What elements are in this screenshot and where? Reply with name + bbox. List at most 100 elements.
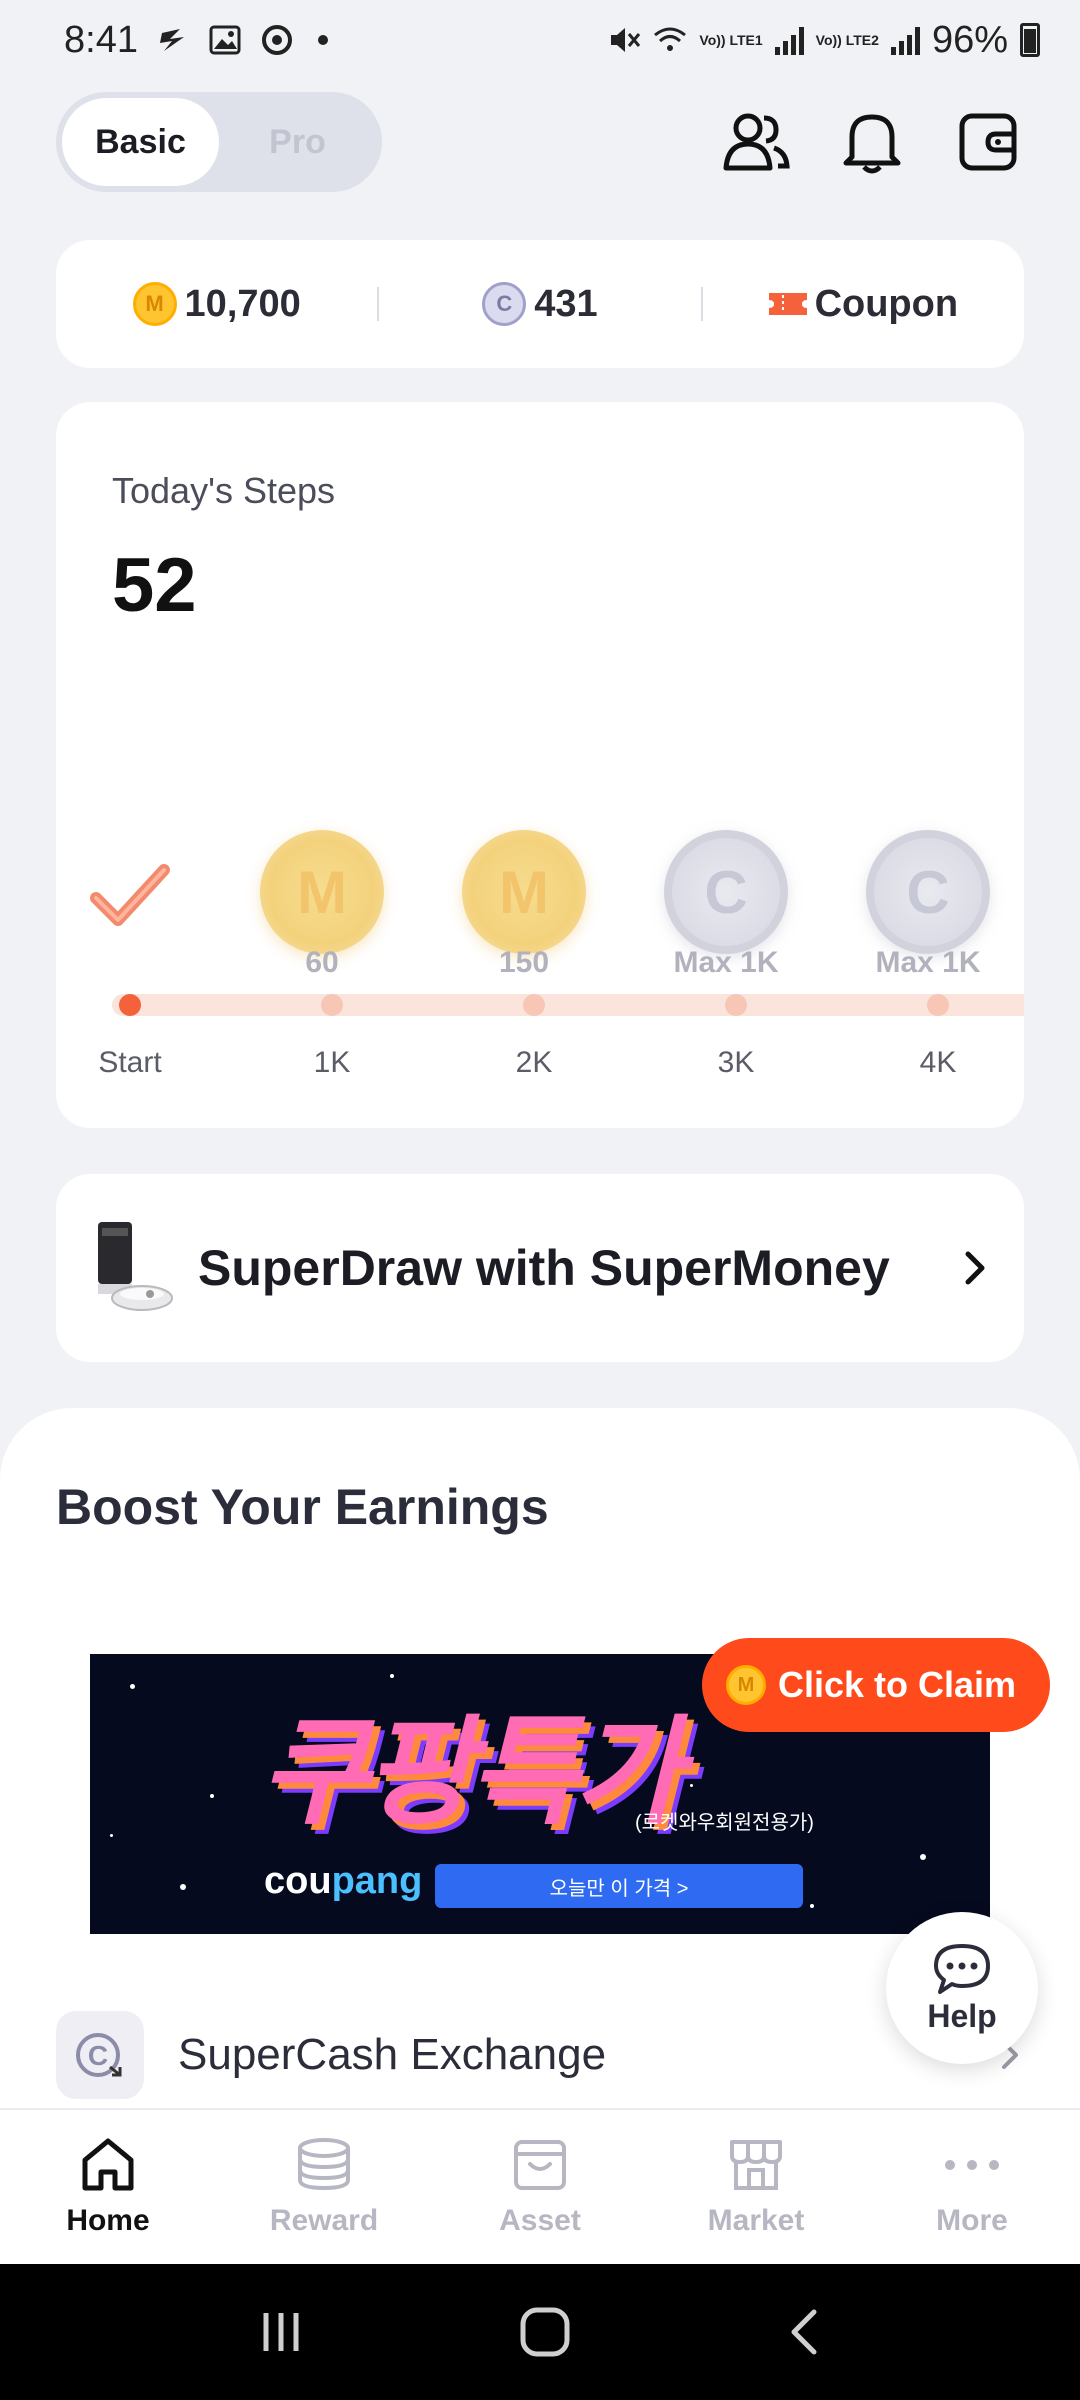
supermoney-balance[interactable]: M 10,700 — [56, 282, 377, 326]
milestone-4k[interactable]: C Max 1K — [848, 830, 1008, 980]
header: Basic Pro — [56, 92, 1024, 192]
nav-label: Market — [707, 2204, 805, 2237]
nav-home[interactable]: Home — [0, 2110, 216, 2264]
sim2-indicator: Vo)) LTE2 — [815, 32, 879, 48]
battery-icon — [1020, 23, 1040, 57]
plan-toggle: Basic Pro — [56, 92, 382, 192]
wallet-icon — [959, 113, 1017, 171]
coupon-label: Coupon — [814, 282, 959, 325]
supercash-value: 431 — [534, 282, 598, 325]
wifi-icon — [654, 27, 687, 51]
supercash-exchange-row[interactable]: C SuperCash Exchange — [56, 2010, 1024, 2100]
battery-percent: 96% — [931, 18, 1008, 61]
start-check-icon — [90, 864, 170, 926]
progress-dot — [725, 994, 747, 1016]
milestone-reward: Max 1K — [673, 946, 779, 979]
tick-label: 2K — [515, 1046, 553, 1079]
coins-stack-icon — [298, 2138, 350, 2191]
steps-progress-track — [112, 994, 1024, 1016]
nav-label: More — [936, 2204, 1008, 2237]
help-button[interactable]: Help — [886, 1912, 1038, 2064]
tick-start: Start — [98, 1046, 162, 1079]
svg-text:C: C — [88, 2040, 108, 2071]
exchange-icon: C — [56, 2011, 144, 2099]
steps-card: Today's Steps 52 M 60 M 150 C Max 1K C M… — [56, 402, 1024, 1128]
system-navigation-bar — [0, 2264, 1080, 2400]
coupang-logo: coupang — [264, 1860, 423, 1902]
boost-title: Boost Your Earnings — [56, 1479, 549, 1535]
balance-card: M 10,700 C 431 Coupon — [56, 240, 1024, 368]
banner-headline: 쿠팡특가 — [260, 1707, 682, 1839]
chrome-notification-icon — [261, 25, 292, 55]
supercash-coin-icon: C — [482, 282, 527, 326]
supermoney-coin-icon: M — [462, 830, 586, 954]
click-to-claim-button[interactable]: M Click to Claim — [702, 1638, 1051, 1732]
mute-icon — [611, 28, 641, 52]
exchange-label: SuperCash Exchange — [178, 2030, 607, 2079]
banner-cta[interactable]: 오늘만 이 가격 > — [435, 1864, 803, 1908]
milestone-reward: 150 — [498, 946, 550, 979]
more-notifications-dot — [317, 35, 328, 45]
back-icon[interactable] — [784, 2304, 824, 2360]
superdraw-label: SuperDraw with SuperMoney — [198, 1240, 890, 1296]
ticket-icon — [768, 293, 807, 315]
nav-asset[interactable]: Asset — [432, 2110, 648, 2264]
chevron-right-icon — [965, 1251, 985, 1285]
supermoney-coin-icon: M — [260, 830, 384, 954]
help-label: Help — [927, 1997, 997, 2034]
home-system-icon[interactable] — [517, 2304, 573, 2360]
nav-label: Reward — [269, 2204, 379, 2237]
gallery-notification-icon — [209, 25, 241, 55]
coupon-button[interactable]: Coupon — [703, 283, 1024, 326]
signal-bars-2-icon — [890, 25, 920, 55]
status-time: 8:41 — [64, 18, 138, 61]
nav-reward[interactable]: Reward — [216, 2110, 432, 2264]
tick-label: 3K — [717, 1046, 755, 1079]
tick-label: 4K — [919, 1046, 957, 1079]
chat-bubble-icon — [934, 1943, 990, 1994]
milestone-1k[interactable]: M 60 — [242, 830, 402, 980]
steps-count: 52 — [112, 543, 197, 628]
more-dots-icon — [945, 2160, 999, 2170]
home-icon — [82, 2138, 134, 2191]
status-bar: 8:41 Vo)) LTE1 Vo)) LTE2 96% — [0, 0, 1080, 80]
milestone-reward: 60 — [305, 946, 339, 979]
friends-button[interactable] — [720, 106, 792, 178]
supercash-coin-icon: C — [664, 830, 788, 954]
store-icon — [730, 2140, 782, 2190]
bell-icon — [843, 114, 901, 174]
sim1-indicator: Vo)) LTE1 — [699, 32, 763, 48]
milestone-reward: Max 1K — [875, 946, 981, 979]
app-notification-icon — [159, 29, 184, 51]
bottom-navigation: Home Reward Asset Market More — [0, 2108, 1080, 2264]
progress-dot — [927, 994, 949, 1016]
milestone-3k[interactable]: C Max 1K — [646, 830, 806, 980]
supermoney-value: 10,700 — [184, 282, 301, 325]
recent-apps-icon[interactable] — [256, 2307, 306, 2357]
milestone-2k[interactable]: M 150 — [444, 830, 604, 980]
notifications-button[interactable] — [836, 106, 908, 178]
claim-label: Click to Claim — [778, 1664, 1017, 1705]
banner-subtitle: (로켓와우회원전용가) — [635, 1812, 814, 1834]
robot-vacuum-image — [98, 1222, 173, 1311]
supercash-coin-icon: C — [866, 830, 990, 954]
bag-icon — [514, 2140, 566, 2190]
signal-bars-1-icon — [774, 25, 804, 55]
wallet-button[interactable] — [952, 106, 1024, 178]
tick-label: 1K — [313, 1046, 351, 1079]
supermoney-coin-icon: M — [726, 1665, 766, 1705]
progress-dot-start — [119, 994, 141, 1016]
toggle-pro[interactable]: Pro — [219, 98, 376, 186]
friends-icon — [723, 113, 790, 171]
supercash-balance[interactable]: C 431 — [379, 282, 700, 326]
nav-market[interactable]: Market — [648, 2110, 864, 2264]
nav-label: Home — [66, 2204, 150, 2237]
supermoney-coin-icon: M — [132, 282, 177, 326]
nav-more[interactable]: More — [864, 2110, 1080, 2264]
steps-label: Today's Steps — [112, 470, 335, 511]
nav-label: Asset — [499, 2204, 581, 2237]
progress-dot — [523, 994, 545, 1016]
progress-dot — [321, 994, 343, 1016]
toggle-basic[interactable]: Basic — [62, 98, 219, 186]
superdraw-banner[interactable]: SuperDraw with SuperMoney — [56, 1174, 1024, 1362]
